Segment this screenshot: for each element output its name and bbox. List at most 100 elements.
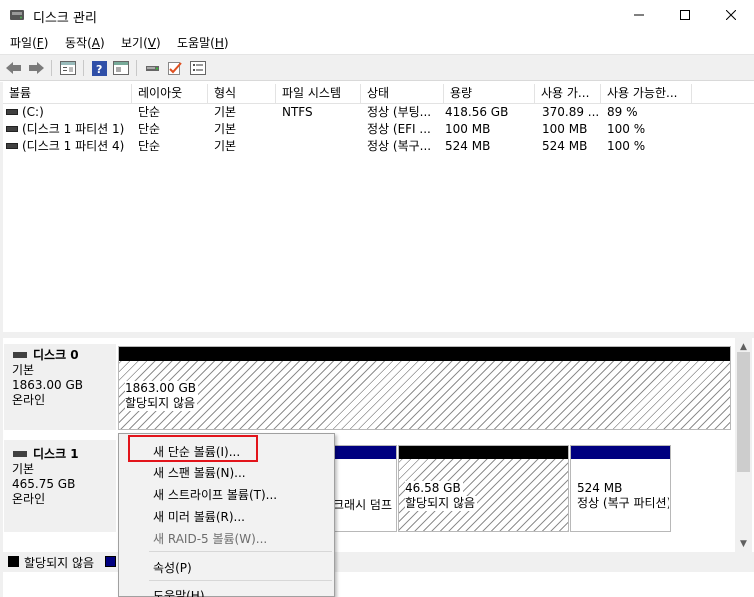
- menu-file[interactable]: 파일(F): [10, 34, 48, 51]
- partition-state: 할당되지 않음: [125, 396, 198, 411]
- title-bar: 디스크 관리: [0, 0, 754, 30]
- partition-state: 정상 (복구 파티션): [577, 496, 669, 511]
- partition-size: 1863.00 GB: [125, 381, 198, 396]
- disk-0-label[interactable]: 디스크 0 기본 1863.00 GB 온라인: [4, 344, 116, 430]
- maximize-button[interactable]: [662, 0, 708, 30]
- percent-free-cell: 100 %: [607, 122, 646, 136]
- status-cell: 정상 (복구...: [367, 139, 432, 153]
- menu-properties[interactable]: 속성(P): [153, 559, 192, 576]
- disk-name: 디스크 1: [33, 447, 79, 461]
- type-cell: 기본: [214, 105, 237, 119]
- partition-bar: [119, 347, 730, 361]
- disk-1-partition-3[interactable]: 크래시 덤프: [333, 445, 397, 532]
- partition-bar: [399, 446, 568, 459]
- disk-icon: [13, 351, 27, 358]
- table-row[interactable]: (디스크 1 파티션 1) 단순 기본 정상 (EFI ... 100 MB 1…: [3, 121, 754, 138]
- highlight-box: [128, 435, 258, 462]
- legend-label-unallocated: 할당되지 않음: [24, 556, 95, 570]
- legend-swatch-primary: [105, 556, 116, 567]
- layout-cell: 단순: [138, 139, 161, 153]
- column-layout[interactable]: 레이아웃: [132, 84, 208, 104]
- menu-separator: [149, 551, 332, 552]
- disk-type: 기본: [12, 363, 35, 377]
- partition-state: 크래시 덤프: [333, 498, 395, 513]
- disk-state: 온라인: [12, 393, 46, 407]
- table-row[interactable]: (C:) 단순 기본 NTFS 정상 (부팅... 418.56 GB 370.…: [3, 104, 754, 121]
- free-space-cell: 100 MB: [542, 122, 588, 136]
- menu-action[interactable]: 동작(A): [65, 34, 105, 51]
- disk-1-unallocated-partition[interactable]: 46.58 GB 할당되지 않음: [398, 445, 569, 532]
- disk-0-unallocated-partition[interactable]: 1863.00 GB 할당되지 않음: [118, 346, 731, 430]
- disk-name: 디스크 0: [33, 348, 79, 362]
- layout-cell: 단순: [138, 105, 161, 119]
- menu-help-item[interactable]: 도움말(H): [153, 587, 205, 597]
- column-file-system[interactable]: 파일 시스템: [276, 84, 361, 104]
- partition-bar: [571, 446, 670, 459]
- scroll-down-icon[interactable]: ▼: [735, 535, 752, 552]
- menu-help[interactable]: 도움말(H): [177, 34, 229, 51]
- window-title: 디스크 관리: [33, 11, 97, 26]
- file-system-cell: NTFS: [282, 105, 313, 119]
- drive-icon: [6, 108, 18, 115]
- disk-icon: [13, 450, 27, 457]
- drive-icon: [6, 125, 18, 132]
- menu-new-striped-volume[interactable]: 새 스트라이프 볼륨(T)...: [153, 486, 277, 503]
- properties-icon[interactable]: [59, 59, 77, 77]
- close-button[interactable]: [708, 0, 754, 30]
- console-icon[interactable]: [112, 59, 130, 77]
- context-menu: 새 단순 볼륨(I)... 새 스팬 볼륨(N)... 새 스트라이프 볼륨(T…: [118, 433, 335, 597]
- toolbar: ?: [0, 54, 754, 81]
- capacity-cell: 524 MB: [445, 139, 491, 153]
- scroll-thumb[interactable]: [737, 352, 750, 472]
- menu-new-spanned-volume[interactable]: 새 스팬 볼륨(N)...: [153, 464, 246, 481]
- capacity-cell: 100 MB: [445, 122, 491, 136]
- disk-state: 온라인: [12, 492, 46, 506]
- volume-name-cell: (디스크 1 파티션 4): [6, 138, 124, 155]
- disk-size: 465.75 GB: [12, 477, 76, 491]
- toolbar-separator: [83, 60, 84, 76]
- list-icon[interactable]: [189, 59, 207, 77]
- column-capacity[interactable]: 용량: [444, 84, 535, 104]
- legend: 할당되지 않음: [3, 552, 754, 572]
- column-percent-free[interactable]: 사용 가능한...: [601, 84, 692, 104]
- minimize-button[interactable]: [616, 0, 662, 30]
- column-free-space[interactable]: 사용 가...: [535, 84, 601, 104]
- disk-type: 기본: [12, 462, 35, 476]
- type-cell: 기본: [214, 122, 237, 136]
- partition-size: 524 MB: [577, 481, 625, 496]
- menu-bar: 파일(F) 동작(A) 보기(V) 도움말(H): [0, 30, 754, 54]
- back-icon[interactable]: [5, 59, 23, 77]
- toolbar-separator: [51, 60, 52, 76]
- svg-text:?: ?: [96, 63, 102, 76]
- disk-management-app-icon: [9, 8, 25, 22]
- drive-icon: [6, 142, 18, 149]
- disk-size: 1863.00 GB: [12, 378, 83, 392]
- check-icon[interactable]: [166, 59, 184, 77]
- graph-scrollbar[interactable]: ▲ ▼: [735, 338, 752, 552]
- menu-new-mirrored-volume[interactable]: 새 미러 볼륨(R)...: [153, 508, 245, 525]
- menu-separator: [149, 580, 332, 581]
- disk-1-label[interactable]: 디스크 1 기본 465.75 GB 온라인: [4, 440, 116, 532]
- partition-bar: [335, 446, 396, 459]
- column-status[interactable]: 상태: [361, 84, 444, 104]
- menu-view[interactable]: 보기(V): [121, 34, 161, 51]
- legend-swatch-unallocated: [8, 556, 19, 567]
- status-cell: 정상 (EFI ...: [367, 122, 431, 136]
- percent-free-cell: 100 %: [607, 139, 646, 153]
- free-space-cell: 524 MB: [542, 139, 588, 153]
- menu-new-raid5-volume[interactable]: 새 RAID-5 볼륨(W)...: [153, 530, 267, 547]
- partition-size: 46.58 GB: [405, 481, 463, 496]
- column-type[interactable]: 형식: [208, 84, 276, 104]
- disk-1-recovery-partition[interactable]: 524 MB 정상 (복구 파티션): [570, 445, 671, 532]
- help-icon[interactable]: ?: [90, 59, 108, 77]
- column-volume[interactable]: 볼륨: [3, 84, 132, 104]
- volume-name-cell: (디스크 1 파티션 1): [6, 121, 124, 138]
- free-space-cell: 370.89 ...: [542, 105, 600, 119]
- table-row[interactable]: (디스크 1 파티션 4) 단순 기본 정상 (복구... 524 MB 524…: [3, 138, 754, 155]
- forward-icon[interactable]: [27, 59, 45, 77]
- type-cell: 기본: [214, 139, 237, 153]
- capacity-cell: 418.56 GB: [445, 105, 509, 119]
- connect-icon[interactable]: [144, 59, 162, 77]
- volume-name-cell: (C:): [6, 104, 44, 121]
- partition-state: 할당되지 않음: [405, 496, 478, 511]
